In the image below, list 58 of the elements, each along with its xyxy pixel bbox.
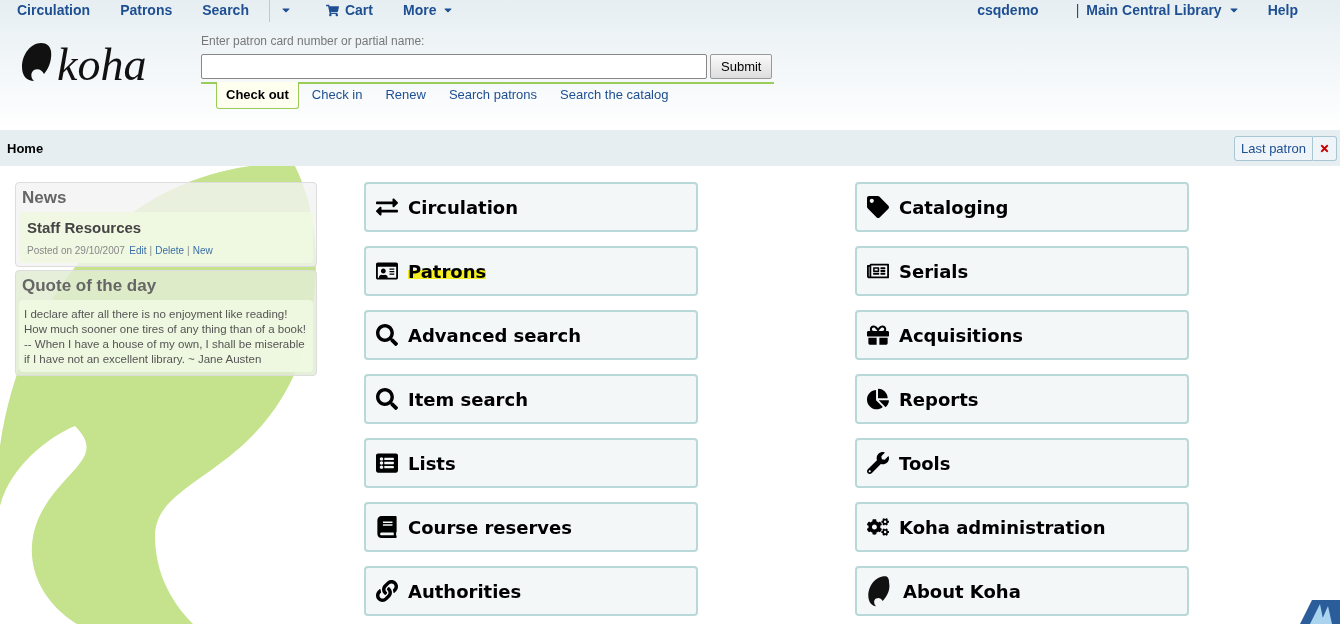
nav-link[interactable]: Cart bbox=[325, 2, 373, 18]
module-link[interactable]: Authorities bbox=[364, 566, 698, 616]
search-icon bbox=[376, 324, 398, 346]
link-icon bbox=[376, 580, 398, 602]
separator: | bbox=[149, 245, 153, 256]
search-tab[interactable]: Search the catalog bbox=[550, 82, 679, 109]
search-tab[interactable]: Search patrons bbox=[438, 82, 548, 109]
patron-search-field[interactable] bbox=[201, 54, 707, 79]
search-tab[interactable]: Renew bbox=[375, 82, 436, 109]
arrows-icon bbox=[376, 196, 398, 218]
pie-chart-icon bbox=[867, 388, 889, 410]
help-link[interactable]: Help bbox=[1267, 2, 1298, 18]
id-card-icon bbox=[376, 260, 398, 282]
close-button[interactable] bbox=[1313, 135, 1337, 161]
news-action-link[interactable]: Delete bbox=[155, 245, 185, 256]
module-link[interactable]: Item search bbox=[364, 374, 698, 424]
search-label: Enter patron card number or partial name: bbox=[201, 34, 426, 48]
quote-text: I declare after all there is no enjoyment like reading! How much sooner one tires of any thing than of a book! -- When I have a house of my own, I shall be miserable if I have not an excellent library. ~ Jane Austen bbox=[24, 307, 307, 367]
module-link[interactable]: Acquisitions bbox=[855, 310, 1189, 360]
module-link[interactable]: Circulation bbox=[364, 182, 698, 232]
module-link[interactable]: Cataloging bbox=[855, 182, 1189, 232]
separator: | bbox=[187, 245, 190, 256]
posted-date: Posted on 29/10/2007 bbox=[27, 245, 125, 256]
search-tab[interactable]: Check out bbox=[216, 82, 299, 109]
wrench-icon bbox=[867, 452, 889, 474]
submit-button[interactable]: Submit bbox=[710, 54, 773, 79]
module-link[interactable]: Serials bbox=[855, 246, 1189, 296]
nav-link[interactable]: Circulation bbox=[17, 2, 91, 18]
module-link[interactable]: About Koha bbox=[855, 566, 1189, 616]
gears-icon bbox=[867, 516, 889, 538]
gift-icon bbox=[867, 324, 889, 346]
koha-logo[interactable]: koha bbox=[21, 40, 166, 92]
list-icon bbox=[376, 452, 398, 474]
separator: | bbox=[1075, 2, 1080, 18]
breadcrumb[interactable]: Home bbox=[7, 140, 44, 156]
user-link[interactable]: csqdemo bbox=[977, 2, 1039, 18]
close-icon bbox=[1319, 142, 1330, 154]
module-link[interactable]: Course reserves bbox=[364, 502, 698, 552]
tag-icon bbox=[867, 196, 889, 218]
panel-title: News bbox=[21, 187, 68, 209]
panel-title: Quote of the day bbox=[21, 275, 158, 297]
search-tab[interactable]: Check in bbox=[301, 82, 373, 109]
nav-menu[interactable]: More bbox=[402, 2, 455, 18]
nav-link[interactable]: Search bbox=[202, 2, 249, 18]
library-menu[interactable]: Main Central Library bbox=[1086, 2, 1240, 18]
news-title: Staff Resources bbox=[27, 219, 143, 236]
last-patron-button[interactable]: Last patron bbox=[1233, 135, 1313, 161]
module-link[interactable]: Koha administration bbox=[855, 502, 1189, 552]
nav-link[interactable]: Patrons bbox=[120, 2, 173, 18]
module-link[interactable]: Tools bbox=[855, 438, 1189, 488]
module-link[interactable]: Reports bbox=[855, 374, 1189, 424]
cart-icon bbox=[325, 3, 339, 17]
news-action-link[interactable]: Edit bbox=[129, 245, 147, 256]
module-link[interactable]: Lists bbox=[364, 438, 698, 488]
search-icon bbox=[376, 388, 398, 410]
module-link[interactable]: Advanced search bbox=[364, 310, 698, 360]
book-icon bbox=[376, 516, 398, 538]
news-action-link[interactable]: New bbox=[192, 245, 213, 256]
